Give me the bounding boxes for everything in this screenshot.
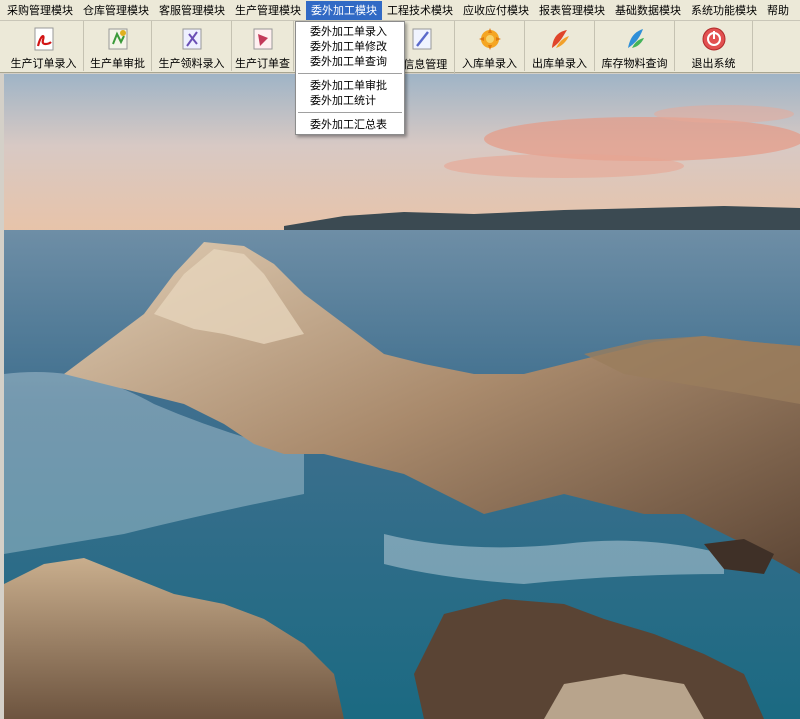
menu-reports[interactable]: 报表管理模块 [534, 1, 610, 20]
menu-customer-service[interactable]: 客服管理模块 [154, 1, 230, 20]
menu-item-outsource-order-entry[interactable]: 委外加工单录入 [296, 24, 404, 39]
info-management-icon [408, 25, 436, 53]
warehouse-in-icon [476, 25, 504, 52]
approval-sheet-icon [104, 25, 132, 52]
inventory-query-button[interactable]: 库存物料查询 [595, 21, 675, 71]
material-requisition-icon [178, 25, 206, 52]
menu-separator [298, 73, 402, 74]
toolbar-label: 退出系统 [691, 57, 736, 70]
toolbar-label: 生产订单查 [235, 57, 290, 70]
menu-engineering[interactable]: 工程技术模块 [382, 1, 458, 20]
menu-receivables-payables[interactable]: 应收应付模块 [458, 1, 534, 20]
warehouse-in-entry-button[interactable]: 入库单录入 [455, 21, 525, 71]
menu-production[interactable]: 生产管理模块 [230, 1, 306, 20]
warehouse-out-icon [546, 25, 574, 52]
toolbar-label: 生产单审批 [90, 57, 145, 70]
workspace-background [4, 74, 800, 719]
production-order-entry-button[interactable]: 生产订单录入 [4, 21, 84, 71]
menu-item-outsource-order-approval[interactable]: 委外加工单审批 [296, 78, 404, 93]
menu-warehouse[interactable]: 仓库管理模块 [78, 1, 154, 20]
menu-purchase[interactable]: 采购管理模块 [2, 1, 78, 20]
toolbar-label: 生产订单录入 [10, 57, 77, 70]
inventory-query-icon [621, 25, 649, 52]
menu-item-outsource-order-query[interactable]: 委外加工单查询 [296, 54, 404, 69]
exit-system-button[interactable]: 退出系统 [675, 21, 753, 71]
menu-separator [298, 112, 402, 113]
menu-bar: 采购管理模块 仓库管理模块 客服管理模块 生产管理模块 委外加工模块 工程技术模… [0, 0, 800, 21]
toolbar-label: 生产领料录入 [158, 57, 225, 70]
toolbar-label: 库存物料查询 [601, 57, 668, 70]
menu-help[interactable]: 帮助 [762, 1, 794, 20]
production-order-query-button[interactable]: 生产订单查 [232, 21, 294, 71]
menu-item-outsource-summary-report[interactable]: 委外加工汇总表 [296, 117, 404, 132]
menu-item-outsource-order-edit[interactable]: 委外加工单修改 [296, 39, 404, 54]
warehouse-out-entry-button[interactable]: 出库单录入 [525, 21, 595, 71]
material-requisition-entry-button[interactable]: 生产领料录入 [152, 21, 232, 71]
production-approval-button[interactable]: 生产单审批 [84, 21, 152, 71]
pdf-document-icon [30, 25, 58, 52]
toolbar-label: 出库单录入 [532, 57, 587, 70]
menu-item-outsource-statistics[interactable]: 委外加工统计 [296, 93, 404, 108]
menu-basic-data[interactable]: 基础数据模块 [610, 1, 686, 20]
power-icon [700, 25, 728, 52]
menu-system[interactable]: 系统功能模块 [686, 1, 762, 20]
coastal-landscape-image [4, 74, 800, 719]
order-query-icon [249, 25, 277, 52]
toolbar-label: 入库单录入 [462, 57, 517, 70]
menu-outsourcing[interactable]: 委外加工模块 [306, 0, 382, 20]
outsourcing-dropdown-menu: 委外加工单录入 委外加工单修改 委外加工单查询 委外加工单审批 委外加工统计 委… [295, 21, 405, 135]
